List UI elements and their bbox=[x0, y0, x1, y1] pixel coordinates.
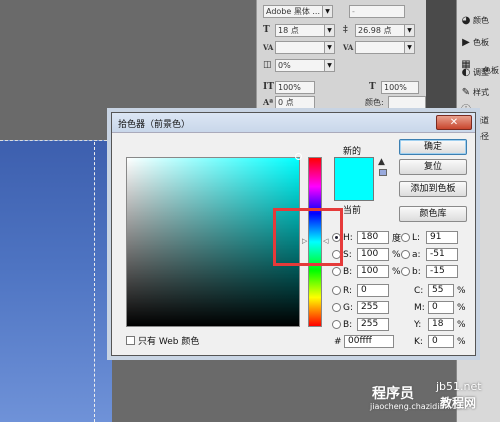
warning-icon[interactable]: ▲ bbox=[378, 157, 385, 167]
r-radio[interactable] bbox=[332, 286, 341, 295]
m-input[interactable]: 0 bbox=[428, 301, 454, 314]
h-input[interactable]: 180 bbox=[357, 231, 389, 244]
cmyk-y-row: Y: 18 % bbox=[414, 318, 466, 331]
l-input[interactable]: 91 bbox=[426, 231, 458, 244]
new-color-swatch bbox=[334, 157, 374, 179]
hsb-b-row: B: 100 % bbox=[332, 265, 401, 278]
font-style-select[interactable]: - bbox=[349, 4, 405, 18]
hex-label: # bbox=[334, 336, 342, 347]
blue-input[interactable]: 255 bbox=[357, 318, 389, 331]
tracking-icon: VA bbox=[343, 42, 354, 52]
blue-radio[interactable] bbox=[332, 320, 341, 329]
b-radio[interactable] bbox=[332, 267, 341, 276]
current-color-swatch[interactable] bbox=[334, 179, 374, 201]
font-family-row: Adobe 黑体 ... ▼ - bbox=[263, 4, 405, 18]
chevron-down-icon[interactable]: ▼ bbox=[325, 23, 335, 37]
y-input[interactable]: 18 bbox=[428, 318, 454, 331]
only-web-colors-checkbox[interactable]: 只有 Web 颜色 bbox=[126, 334, 199, 347]
new-color-label: 新的 bbox=[343, 147, 362, 157]
panel-dock-strip bbox=[426, 0, 456, 118]
watermark-text: 程序员 bbox=[372, 386, 414, 402]
swatches-icon: ◕ bbox=[461, 14, 471, 26]
scale-row: ◫ 0% ▼ bbox=[263, 58, 335, 72]
cmyk-m-row: M: 0 % bbox=[414, 301, 466, 314]
baseline-row: Aª 0 点 颜色: bbox=[263, 95, 426, 109]
cmyk-c-row: C: 55 % bbox=[414, 284, 466, 297]
horizontal-scale-input[interactable]: 100% bbox=[381, 80, 419, 94]
vh-scale-row: IT 100% T 100% bbox=[263, 80, 419, 94]
s-input[interactable]: 100 bbox=[357, 248, 389, 261]
chevron-down-icon[interactable]: ▼ bbox=[323, 4, 333, 18]
dock-item-adjust[interactable]: ◐ 调整 bbox=[459, 62, 500, 82]
highlight-box bbox=[273, 208, 343, 266]
tsume-icon: ◫ bbox=[263, 60, 272, 70]
play-icon: ▶ bbox=[462, 36, 470, 48]
watermark-text-2: 教程网 bbox=[440, 396, 477, 410]
web-safe-swatch[interactable] bbox=[379, 169, 387, 176]
chevron-down-icon[interactable]: ▼ bbox=[405, 23, 415, 37]
vertical-scale-icon: IT bbox=[263, 82, 274, 92]
kerning-row: VA ▼ VA ▼ bbox=[263, 40, 415, 54]
selection-marquee bbox=[94, 142, 95, 422]
dock-item-color[interactable]: ◕ 颜色 bbox=[459, 10, 500, 30]
rgb-b-row: B: 255 bbox=[332, 318, 389, 331]
size-row: T 18 点 ▼ ‡ 26.98 点 ▼ bbox=[263, 23, 415, 37]
baseline-shift-icon: Aª bbox=[263, 97, 274, 107]
rgb-g-row: G: 255 bbox=[332, 301, 389, 314]
g-radio[interactable] bbox=[332, 303, 341, 312]
color-libraries-button[interactable]: 颜色库 bbox=[399, 206, 467, 222]
document-canvas[interactable] bbox=[0, 140, 112, 422]
brush-icon: ✎ bbox=[461, 86, 471, 98]
a-radio[interactable] bbox=[401, 250, 410, 259]
leading-input[interactable]: 26.98 点 bbox=[355, 23, 405, 37]
r-input[interactable]: 0 bbox=[357, 284, 389, 297]
tracking-input[interactable] bbox=[355, 40, 405, 54]
adjust-icon: ◐ bbox=[461, 66, 471, 78]
font-size-icon: T bbox=[263, 25, 270, 35]
close-button[interactable]: ✕ bbox=[436, 115, 472, 130]
current-color-label: 当前 bbox=[343, 206, 362, 216]
leading-icon: ‡ bbox=[343, 25, 348, 35]
k-input[interactable]: 0 bbox=[428, 335, 454, 348]
dock-item-swatches[interactable]: ▶ 色板 bbox=[459, 32, 500, 52]
baseline-shift-input[interactable]: 0 点 bbox=[275, 95, 315, 109]
add-to-swatches-button[interactable]: 添加到色板 bbox=[399, 181, 467, 197]
lab-b-row: b: -15 bbox=[401, 265, 458, 278]
only-web-colors-label: 只有 Web 颜色 bbox=[138, 337, 200, 347]
chevron-down-icon[interactable]: ▼ bbox=[405, 40, 415, 54]
tsume-input[interactable]: 0% bbox=[275, 58, 325, 72]
g-input[interactable]: 255 bbox=[357, 301, 389, 314]
dialog-title: 拾色器（前景色） bbox=[118, 120, 191, 130]
hex-input[interactable]: 00ffff bbox=[344, 335, 394, 348]
vertical-scale-input[interactable]: 100% bbox=[275, 80, 315, 94]
kerning-input[interactable] bbox=[275, 40, 325, 54]
watermark-site: jb51.net bbox=[436, 380, 482, 393]
font-size-input[interactable]: 18 点 bbox=[275, 23, 325, 37]
color-label: 颜色: bbox=[365, 97, 384, 107]
ok-button[interactable]: 确定 bbox=[399, 139, 467, 155]
lab-l-row: L: 91 bbox=[401, 231, 458, 244]
rgb-r-row: R: 0 bbox=[332, 284, 389, 297]
a-input[interactable]: -51 bbox=[426, 248, 458, 261]
character-panel: Adobe 黑体 ... ▼ - T 18 点 ▼ ‡ 26.98 点 ▼ VA… bbox=[256, 0, 426, 118]
horizontal-scale-icon: T bbox=[369, 82, 376, 92]
reset-button[interactable]: 复位 bbox=[399, 159, 467, 175]
c-input[interactable]: 55 bbox=[428, 284, 454, 297]
kerning-icon: VA bbox=[263, 42, 274, 52]
chevron-down-icon[interactable]: ▼ bbox=[325, 40, 335, 54]
l-radio[interactable] bbox=[401, 233, 410, 242]
text-color-swatch[interactable] bbox=[387, 95, 426, 109]
checkbox-box[interactable] bbox=[126, 336, 135, 345]
font-family-select[interactable]: Adobe 黑体 ... bbox=[263, 4, 323, 18]
chevron-down-icon[interactable]: ▼ bbox=[325, 58, 335, 72]
lab-b-input[interactable]: -15 bbox=[426, 265, 458, 278]
lab-b-radio[interactable] bbox=[401, 267, 410, 276]
hex-row: # 00ffff bbox=[334, 335, 394, 348]
cmyk-k-row: K: 0 % bbox=[414, 335, 466, 348]
lab-a-row: a: -51 bbox=[401, 248, 458, 261]
color-field-marker[interactable] bbox=[295, 153, 302, 160]
b-input[interactable]: 100 bbox=[357, 265, 389, 278]
dialog-titlebar[interactable]: 拾色器（前景色） ✕ bbox=[112, 113, 475, 133]
